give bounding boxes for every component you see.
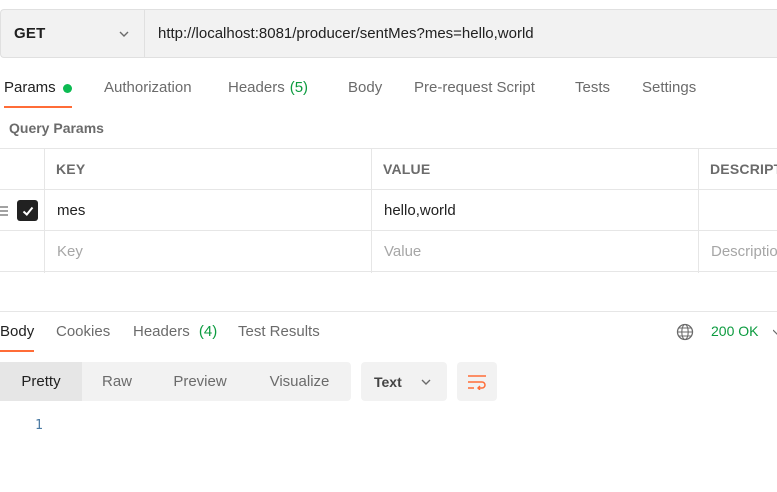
checkbox-checked-icon <box>22 206 33 216</box>
wrap-lines-icon <box>468 374 486 390</box>
globe-icon[interactable] <box>676 323 694 341</box>
query-params-table: KEY VALUE DESCRIPT mes hello,world Key V… <box>0 148 777 273</box>
method-select[interactable]: GET <box>1 10 145 57</box>
table-row: mes hello,world <box>0 190 777 231</box>
column-divider <box>44 149 45 273</box>
tab-params-label: Params <box>4 79 56 96</box>
view-raw[interactable]: Raw <box>82 362 152 401</box>
response-view-switcher: Pretty Raw Preview Visualize <box>0 362 351 401</box>
active-tab-underline <box>4 106 72 108</box>
new-param-key-input[interactable]: Key <box>57 231 83 271</box>
view-visualize[interactable]: Visualize <box>248 362 351 401</box>
query-params-title: Query Params <box>9 120 104 136</box>
view-preview[interactable]: Preview <box>152 362 248 401</box>
tab-params[interactable]: Params <box>4 70 72 108</box>
request-url-bar: GET <box>0 9 777 58</box>
tab-response-headers-label: Headers <box>133 323 190 340</box>
column-header-value: VALUE <box>383 161 431 177</box>
line-number: 1 <box>35 418 43 433</box>
response-status[interactable]: 200 OK <box>711 323 758 339</box>
tab-body[interactable]: Body <box>348 70 382 108</box>
tab-body-label: Body <box>348 79 383 96</box>
request-tabs: Params Authorization Headers (5) Body Pr… <box>0 70 777 108</box>
drag-handle-icon[interactable] <box>0 204 9 218</box>
param-key-cell[interactable]: mes <box>57 190 85 230</box>
column-header-key: KEY <box>56 161 86 177</box>
column-divider <box>371 149 372 273</box>
table-header-row: KEY VALUE DESCRIPT <box>0 149 777 190</box>
tab-authorization-label: Authorization <box>104 79 192 96</box>
format-select-label: Text <box>374 373 402 390</box>
tab-settings-label: Settings <box>642 79 697 96</box>
tab-cookies[interactable]: Cookies <box>56 312 110 352</box>
tab-response-body-label: Body <box>0 323 35 340</box>
chevron-down-icon <box>421 379 431 385</box>
chevron-down-icon <box>773 329 777 335</box>
tab-test-results-label: Test Results <box>238 323 320 340</box>
column-divider <box>698 149 699 273</box>
new-param-description-input[interactable]: Descriptio <box>711 231 777 271</box>
tab-headers-label: Headers <box>228 79 285 96</box>
active-tab-underline <box>0 350 35 352</box>
tab-pre-request-script-label: Pre-request Script <box>414 79 535 96</box>
tab-pre-request-script[interactable]: Pre-request Script <box>414 70 535 108</box>
param-value-cell[interactable]: hello,world <box>384 190 456 230</box>
new-param-value-input[interactable]: Value <box>384 231 421 271</box>
tab-cookies-label: Cookies <box>56 323 111 340</box>
table-row-empty: Key Value Descriptio <box>0 231 777 272</box>
chevron-down-icon <box>119 31 129 37</box>
wrap-lines-button[interactable] <box>457 362 497 401</box>
tab-response-headers-count: (4) <box>198 323 218 340</box>
tab-headers-count: (5) <box>289 79 309 96</box>
tab-tests-label: Tests <box>575 79 611 96</box>
method-label: GET <box>14 25 46 42</box>
tab-response-headers[interactable]: Headers (4) <box>133 312 217 352</box>
tab-tests[interactable]: Tests <box>575 70 610 108</box>
tab-headers[interactable]: Headers (5) <box>228 70 308 108</box>
param-enabled-checkbox[interactable] <box>17 200 38 221</box>
tab-test-results[interactable]: Test Results <box>238 312 320 352</box>
view-pretty[interactable]: Pretty <box>0 362 82 401</box>
url-input[interactable] <box>145 10 777 57</box>
response-tabs: Body Cookies Headers (4) Test Results <box>0 312 660 352</box>
tab-response-body[interactable]: Body <box>0 312 35 352</box>
params-active-indicator <box>62 84 72 93</box>
tab-authorization[interactable]: Authorization <box>104 70 192 108</box>
column-header-description: DESCRIPT <box>710 161 777 177</box>
tab-settings[interactable]: Settings <box>642 70 696 108</box>
format-select[interactable]: Text <box>361 362 447 401</box>
